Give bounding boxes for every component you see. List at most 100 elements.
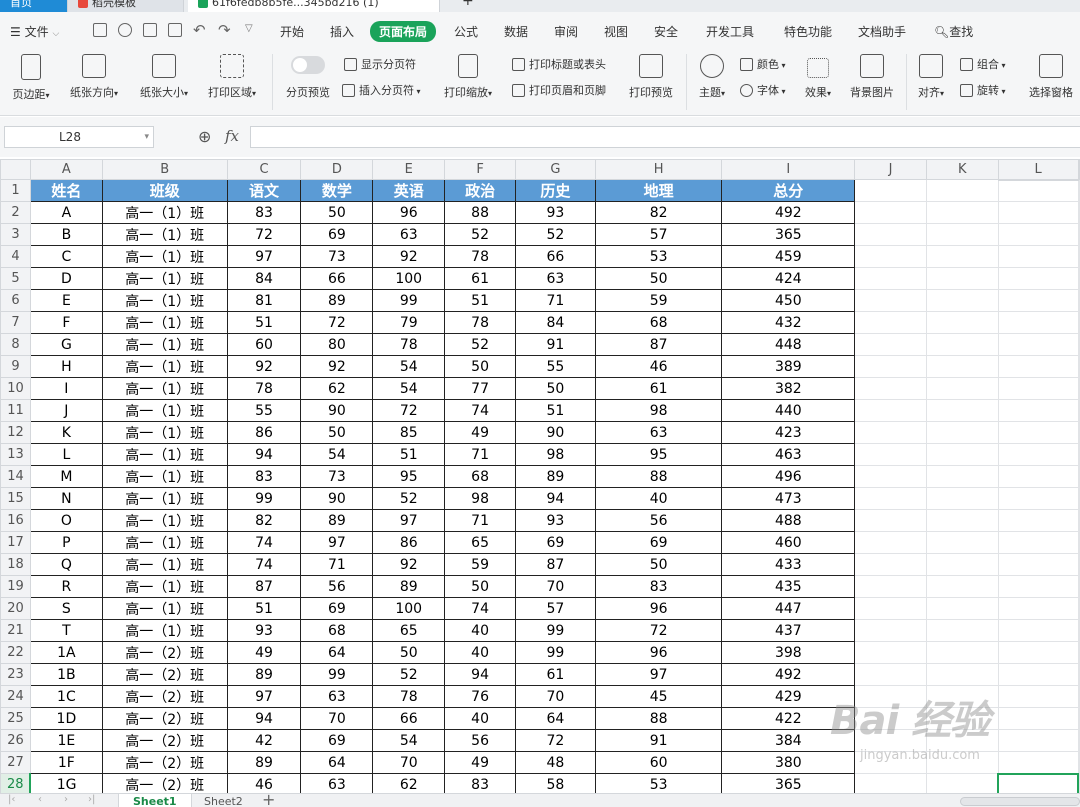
data-cell[interactable]: 69 (300, 597, 374, 620)
empty-cell[interactable] (997, 421, 1079, 444)
menu-insert[interactable]: 插入 (330, 23, 354, 40)
print-icon[interactable] (143, 23, 157, 37)
zoom-search-icon[interactable]: ⊕ (198, 127, 211, 146)
empty-cell[interactable] (997, 399, 1079, 422)
header-cell[interactable]: 历史 (515, 179, 596, 202)
data-cell[interactable]: 72 (226, 223, 302, 246)
sheet-tab-sheet1[interactable]: Sheet1 (118, 794, 192, 807)
data-cell[interactable]: 69 (515, 531, 596, 554)
menu-security[interactable]: 安全 (654, 23, 678, 40)
data-cell[interactable]: 66 (300, 267, 374, 290)
data-cell[interactable]: 48 (515, 751, 596, 774)
data-cell[interactable]: P (29, 531, 103, 554)
row-header[interactable]: 15 (0, 487, 31, 510)
row-header[interactable]: 6 (0, 289, 31, 312)
empty-cell[interactable] (997, 531, 1079, 554)
empty-cell[interactable] (854, 201, 927, 224)
menu-page-layout[interactable]: 页面布局 (370, 21, 437, 42)
empty-cell[interactable] (854, 355, 927, 378)
data-cell[interactable]: 70 (300, 707, 374, 730)
data-cell[interactable]: 51 (515, 399, 596, 422)
empty-cell[interactable] (925, 399, 999, 422)
row-header[interactable]: 25 (0, 707, 31, 730)
data-cell[interactable]: 49 (444, 421, 517, 444)
undo-icon[interactable]: ↶ (193, 21, 206, 39)
empty-cell[interactable] (997, 641, 1079, 664)
empty-cell[interactable] (997, 575, 1079, 598)
selection-pane-button[interactable]: 选择窗格 (1024, 50, 1078, 100)
data-cell[interactable]: 87 (226, 575, 302, 598)
empty-cell[interactable] (1077, 377, 1080, 400)
data-cell[interactable]: 459 (721, 245, 856, 268)
column-header-g[interactable]: G (515, 159, 596, 180)
empty-cell[interactable] (1077, 179, 1080, 202)
data-cell[interactable]: 74 (444, 399, 517, 422)
data-cell[interactable]: 94 (515, 487, 596, 510)
data-cell[interactable]: 74 (226, 531, 302, 554)
data-cell[interactable]: 68 (300, 619, 374, 642)
menu-doc-assistant[interactable]: 文档助手 (858, 23, 906, 40)
margins-button[interactable]: 页边距▾ (8, 50, 54, 102)
data-cell[interactable]: 49 (226, 641, 302, 664)
empty-cell[interactable] (854, 377, 927, 400)
empty-cell[interactable] (925, 663, 999, 686)
empty-cell[interactable] (925, 509, 999, 532)
empty-cell[interactable] (997, 553, 1079, 576)
data-cell[interactable]: 423 (721, 421, 856, 444)
row-header[interactable]: 12 (0, 421, 31, 444)
data-cell[interactable]: J (29, 399, 103, 422)
data-cell[interactable]: 92 (300, 355, 374, 378)
data-cell[interactable]: 46 (594, 355, 723, 378)
data-cell[interactable]: 448 (721, 333, 856, 356)
effects-button[interactable]: 效果▾ (800, 54, 836, 100)
data-cell[interactable]: 59 (594, 289, 723, 312)
empty-cell[interactable] (997, 663, 1079, 686)
empty-cell[interactable] (1077, 597, 1080, 620)
data-cell[interactable]: 72 (300, 311, 374, 334)
data-cell[interactable]: 高一（1）班 (101, 245, 228, 268)
data-cell[interactable]: 高一（1）班 (101, 509, 228, 532)
data-cell[interactable]: 54 (372, 377, 446, 400)
data-cell[interactable]: 59 (444, 553, 517, 576)
data-cell[interactable]: S (29, 597, 103, 620)
empty-cell[interactable] (925, 311, 999, 334)
row-header[interactable]: 20 (0, 597, 31, 620)
new-tab-button[interactable]: + (452, 0, 474, 10)
empty-cell[interactable] (854, 179, 927, 202)
row-header[interactable]: 17 (0, 531, 31, 554)
empty-cell[interactable] (925, 201, 999, 224)
column-header-f[interactable]: F (444, 159, 517, 180)
empty-cell[interactable] (997, 245, 1079, 268)
data-cell[interactable]: 高一（2）班 (101, 707, 228, 730)
data-cell[interactable]: 98 (515, 443, 596, 466)
data-cell[interactable]: 97 (372, 509, 446, 532)
data-cell[interactable]: 74 (226, 553, 302, 576)
data-cell[interactable]: 380 (721, 751, 856, 774)
empty-cell[interactable] (1077, 201, 1080, 224)
row-header[interactable]: 18 (0, 553, 31, 576)
orientation-button[interactable]: 纸张方向▾ (64, 50, 124, 100)
empty-cell[interactable] (1077, 333, 1080, 356)
data-cell[interactable]: 50 (372, 641, 446, 664)
data-cell[interactable]: 76 (444, 685, 517, 708)
data-cell[interactable]: 65 (444, 531, 517, 554)
empty-cell[interactable] (854, 245, 927, 268)
empty-cell[interactable] (1077, 421, 1080, 444)
data-cell[interactable]: 82 (594, 201, 723, 224)
print-header-footer-button[interactable]: 打印页眉和页脚 (512, 82, 606, 98)
row-header[interactable]: 3 (0, 223, 31, 246)
empty-cell[interactable] (925, 179, 999, 202)
data-cell[interactable]: T (29, 619, 103, 642)
data-cell[interactable]: 99 (372, 289, 446, 312)
header-cell[interactable]: 姓名 (29, 179, 103, 202)
data-cell[interactable]: B (29, 223, 103, 246)
empty-cell[interactable] (997, 751, 1079, 774)
data-cell[interactable]: 84 (515, 311, 596, 334)
data-cell[interactable]: 97 (226, 685, 302, 708)
data-cell[interactable]: 473 (721, 487, 856, 510)
row-header[interactable]: 13 (0, 443, 31, 466)
print-area-button[interactable]: 打印区域▾ (202, 50, 262, 100)
menu-home[interactable]: 开始 (280, 23, 304, 40)
data-cell[interactable]: 432 (721, 311, 856, 334)
data-cell[interactable]: 83 (226, 201, 302, 224)
